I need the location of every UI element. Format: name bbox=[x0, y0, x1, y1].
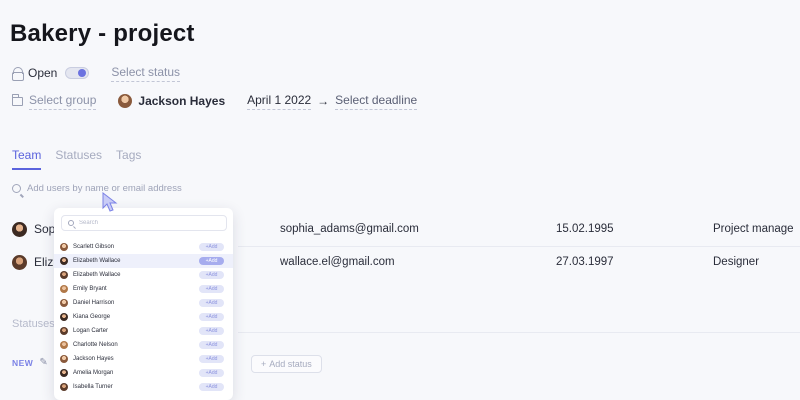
member-date: 15.02.1995 bbox=[556, 223, 614, 235]
list-item[interactable]: Logan Carter + Add bbox=[54, 324, 233, 338]
project-page: Bakery - project Open Select status Sele… bbox=[0, 0, 800, 400]
member-email: wallace.el@gmail.com bbox=[280, 256, 395, 268]
add-label: Add bbox=[208, 314, 218, 320]
avatar bbox=[60, 257, 68, 265]
user-name: Charlotte Nelson bbox=[73, 342, 118, 348]
section-divider bbox=[238, 332, 800, 333]
dropdown-search-input[interactable] bbox=[79, 220, 219, 226]
list-item[interactable]: Emily Bryant + Add bbox=[54, 282, 233, 296]
mouse-cursor-icon bbox=[102, 192, 118, 212]
add-label: Add bbox=[208, 328, 218, 334]
avatar bbox=[60, 327, 68, 335]
member-date: 27.03.1997 bbox=[556, 256, 614, 268]
add-label: Add bbox=[208, 384, 218, 390]
start-date[interactable]: April 1 2022 bbox=[247, 93, 312, 110]
add-label: Add bbox=[208, 286, 218, 292]
user-name: Logan Carter bbox=[73, 328, 109, 334]
add-label: Add bbox=[208, 258, 218, 264]
dropdown-search bbox=[61, 215, 227, 231]
list-item[interactable]: Amelia Morgan + Add bbox=[54, 366, 233, 380]
add-label: Add bbox=[208, 300, 218, 306]
open-toggle[interactable] bbox=[65, 67, 90, 79]
user-name: Isabella Turner bbox=[73, 384, 113, 390]
avatar bbox=[60, 271, 68, 279]
add-status-label: Add status bbox=[269, 359, 312, 369]
avatar bbox=[60, 383, 68, 391]
user-name: Daniel Harrison bbox=[73, 300, 115, 306]
avatar bbox=[60, 299, 68, 307]
statuses-heading: Statuses bbox=[12, 318, 55, 330]
add-label: Add bbox=[208, 272, 218, 278]
add-user-button[interactable]: + Add bbox=[199, 383, 224, 391]
user-name: Emily Bryant bbox=[73, 286, 107, 292]
add-label: Add bbox=[208, 356, 218, 362]
deadline-select[interactable]: Select deadline bbox=[335, 93, 418, 110]
add-user-button[interactable]: + Add bbox=[199, 313, 224, 321]
add-status-button[interactable]: + Add status bbox=[251, 355, 322, 373]
add-label: Add bbox=[208, 370, 218, 376]
user-name: Elizabeth Wallace bbox=[73, 258, 121, 264]
tab-statuses[interactable]: Statuses bbox=[55, 148, 102, 170]
project-meta-row-1: Open Select status bbox=[12, 64, 181, 82]
list-item[interactable]: Scarlett Gibson + Add bbox=[54, 240, 233, 254]
avatar bbox=[12, 221, 27, 237]
list-item[interactable]: Daniel Harrison + Add bbox=[54, 296, 233, 310]
plus-icon: + bbox=[261, 359, 267, 369]
add-user-button[interactable]: + Add bbox=[199, 341, 224, 349]
new-status-tag: NEW bbox=[12, 357, 34, 368]
project-meta-row-2: Select group Jackson Hayes April 1 2022 … bbox=[11, 92, 418, 110]
list-item[interactable]: Kiana George + Add bbox=[54, 310, 233, 324]
status-select[interactable]: Select status bbox=[111, 65, 181, 82]
folder-icon bbox=[11, 93, 23, 106]
tab-tags[interactable]: Tags bbox=[116, 148, 141, 170]
status-new-row: NEW ✎ bbox=[12, 357, 48, 368]
list-item[interactable]: Isabella Turner + Add bbox=[54, 380, 233, 394]
avatar bbox=[60, 285, 68, 293]
add-user-button[interactable]: + Add bbox=[199, 369, 224, 377]
group-select[interactable]: Select group bbox=[29, 93, 97, 110]
avatar bbox=[60, 341, 68, 349]
list-item[interactable]: Charlotte Nelson + Add bbox=[54, 338, 233, 352]
arrow-right-icon: → bbox=[317, 94, 330, 108]
search-icon bbox=[68, 220, 74, 226]
add-user-button[interactable]: + Add bbox=[199, 285, 224, 293]
add-user-button[interactable]: + Add bbox=[199, 271, 224, 279]
open-label: Open bbox=[28, 66, 58, 80]
list-item[interactable]: Jackson Hayes + Add bbox=[54, 352, 233, 366]
user-name: Kiana George bbox=[73, 314, 111, 320]
member-role: Designer bbox=[713, 256, 760, 268]
member-email: sophia_adams@gmail.com bbox=[280, 223, 419, 235]
add-user-button[interactable]: + Add bbox=[199, 327, 224, 335]
owner-name[interactable]: Jackson Hayes bbox=[138, 94, 225, 108]
user-suggestion-dropdown: Scarlett Gibson + Add Elizabeth Wallace + A… bbox=[54, 208, 233, 400]
search-icon bbox=[12, 184, 21, 193]
add-user-button[interactable]: + Add bbox=[199, 243, 224, 251]
list-item[interactable]: Elizabeth Wallace + Add bbox=[54, 254, 233, 268]
user-name: Scarlett Gibson bbox=[73, 244, 115, 250]
user-name: Jackson Hayes bbox=[73, 356, 114, 362]
owner-avatar bbox=[118, 94, 133, 108]
add-user-button[interactable]: + Add bbox=[199, 355, 224, 363]
avatar bbox=[60, 313, 68, 321]
pencil-icon[interactable]: ✎ bbox=[39, 357, 47, 368]
member-role: Project manage bbox=[713, 223, 794, 235]
avatar bbox=[12, 254, 27, 270]
tab-team[interactable]: Team bbox=[12, 148, 42, 170]
avatar bbox=[60, 369, 68, 377]
dropdown-user-list: Scarlett Gibson + Add Elizabeth Wallace + A… bbox=[54, 240, 233, 394]
user-name: Amelia Morgan bbox=[73, 370, 114, 376]
add-user-button[interactable]: + Add bbox=[199, 257, 224, 265]
user-name: Elizabeth Wallace bbox=[73, 272, 121, 278]
add-user-button[interactable]: + Add bbox=[199, 299, 224, 307]
add-label: Add bbox=[208, 342, 218, 348]
avatar bbox=[60, 355, 68, 363]
list-item[interactable]: Elizabeth Wallace + Add bbox=[54, 268, 233, 282]
add-label: Add bbox=[208, 244, 218, 250]
page-title: Bakery - project bbox=[10, 20, 195, 47]
avatar bbox=[60, 243, 68, 251]
lock-icon bbox=[12, 67, 24, 81]
toggle-knob bbox=[78, 69, 87, 77]
section-tabs: Team Statuses Tags bbox=[12, 148, 141, 170]
